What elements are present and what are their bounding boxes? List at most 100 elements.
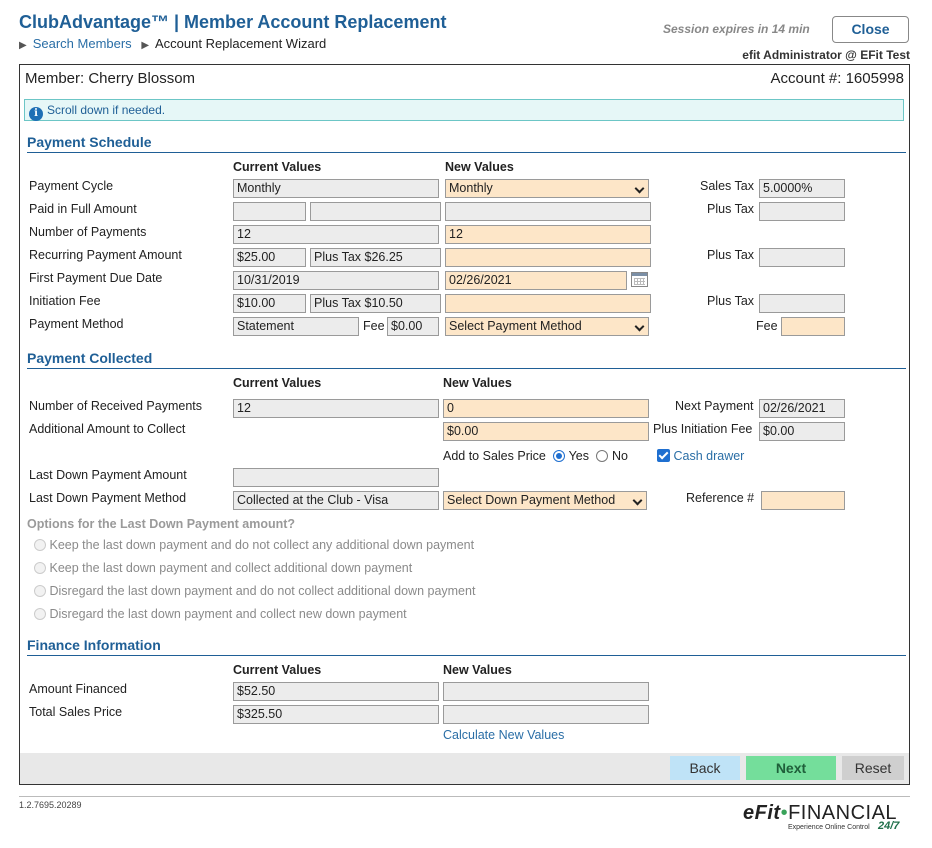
logo-tagline: Experience Online Control (788, 824, 870, 831)
breadcrumb: ▶ Search Members ▶ Account Replacement Wiz… (19, 36, 326, 51)
close-button[interactable]: Close (832, 16, 909, 43)
info-icon: i (29, 107, 43, 121)
received-payments-input[interactable]: 0 (443, 399, 649, 418)
logo-dot: • (780, 802, 789, 824)
reset-button[interactable]: Reset (842, 756, 904, 780)
down-payment-option[interactable]: Disregard the last down payment and do n… (34, 584, 475, 598)
section-title-payment-schedule: Payment Schedule (27, 134, 152, 150)
label-total-sales-price: Total Sales Price (29, 705, 123, 719)
current-paid-in-full-tax-field (310, 202, 441, 221)
label-next-payment: Next Payment (675, 399, 754, 413)
new-total-sales-field (443, 705, 649, 724)
label-last-down-method: Last Down Payment Method (29, 491, 187, 505)
current-payment-method-field: Statement (233, 317, 359, 336)
section-divider (27, 368, 906, 369)
section-title-payment-collected: Payment Collected (27, 350, 153, 366)
additional-amount-input[interactable]: $0.00 (443, 422, 649, 441)
first-due-date-input[interactable]: 02/26/2021 (445, 271, 627, 290)
label-last-down-amount: Last Down Payment Amount (29, 468, 187, 482)
label-plus-tax: Plus Tax (707, 294, 755, 308)
efit-financial-logo: eFit•FINANCIAL (743, 802, 897, 825)
current-paid-in-full-amount-field (233, 202, 306, 221)
options-title: Options for the Last Down Payment amount… (27, 517, 296, 531)
sales-tax-field: 5.0000% (759, 179, 845, 198)
cash-drawer-group[interactable]: Cash drawer (657, 449, 744, 463)
current-received-payments-field: 12 (233, 399, 439, 418)
initiation-plus-tax-field (759, 294, 845, 313)
back-button[interactable]: Back (670, 756, 740, 780)
current-last-down-method-field: Collected at the Club - Visa (233, 491, 439, 510)
info-text: Scroll down if needed. (47, 103, 166, 117)
breadcrumb-search-members-link[interactable]: Search Members (33, 36, 132, 51)
label-recurring-payment: Recurring Payment Amount (29, 248, 182, 262)
session-timer: Session expires in 14 min (663, 22, 810, 36)
version-text: 1.2.7695.20289 (19, 800, 82, 810)
recurring-payment-input[interactable] (445, 248, 651, 267)
current-fee-field: $0.00 (387, 317, 439, 336)
initiation-fee-input[interactable] (445, 294, 651, 313)
info-banner: i Scroll down if needed. (24, 99, 904, 121)
label-fee: Fee (756, 319, 778, 333)
label-sales-tax: Sales Tax (700, 179, 754, 193)
payment-method-select[interactable]: Select Payment Method (445, 317, 649, 336)
number-of-payments-input[interactable]: 12 (445, 225, 651, 244)
down-payment-method-select[interactable]: Select Down Payment Method (443, 491, 647, 510)
down-payment-option[interactable]: Keep the last down payment and collect a… (34, 561, 412, 575)
column-header-new: New Values (443, 376, 512, 390)
down-payment-option[interactable]: Disregard the last down payment and coll… (34, 607, 407, 621)
column-header-current: Current Values (233, 663, 322, 677)
calendar-icon[interactable] (631, 272, 648, 287)
new-amount-financed-field (443, 682, 649, 701)
radio-yes[interactable] (553, 450, 566, 462)
current-initiation-plus-tax-field: Plus Tax $10.50 (310, 294, 441, 313)
current-total-sales-field: $325.50 (233, 705, 439, 724)
radio-no-label: No (611, 449, 628, 463)
label-number-of-payments: Number of Payments (29, 225, 147, 239)
account-number: Account #: 1605998 (770, 70, 904, 87)
next-button[interactable]: Next (746, 756, 836, 780)
label-payment-method: Payment Method (29, 317, 124, 331)
option-radio[interactable] (34, 585, 46, 597)
label-amount-financed: Amount Financed (29, 682, 127, 696)
option-label: Disregard the last down payment and coll… (49, 607, 407, 621)
down-payment-option[interactable]: Keep the last down payment and do not co… (34, 538, 474, 552)
label-fee: Fee (363, 319, 385, 333)
chevron-right-icon: ▶ (141, 40, 150, 51)
current-initiation-fee-field: $10.00 (233, 294, 306, 313)
next-payment-field: 02/26/2021 (759, 399, 845, 418)
user-label: efit Administrator @ EFit Test (742, 48, 910, 62)
section-divider (27, 152, 906, 153)
option-radio[interactable] (34, 539, 46, 551)
chevron-right-icon: ▶ (19, 40, 27, 51)
column-header-new: New Values (443, 663, 512, 677)
option-radio[interactable] (34, 562, 46, 574)
calculate-new-values-link[interactable]: Calculate New Values (443, 728, 564, 742)
column-header-current: Current Values (233, 160, 322, 174)
current-last-down-amount-field (233, 468, 439, 487)
label-received-payments: Number of Received Payments (29, 399, 202, 413)
payment-method-fee-input[interactable] (781, 317, 845, 336)
radio-no[interactable] (596, 450, 609, 462)
label-first-payment-due: First Payment Due Date (29, 271, 163, 285)
label-add-to-sales-price: Add to Sales Price (443, 449, 546, 463)
cash-drawer-label[interactable]: Cash drawer (673, 449, 744, 463)
label-payment-cycle: Payment Cycle (29, 179, 114, 193)
reference-input[interactable] (761, 491, 845, 510)
new-paid-in-full-field (445, 202, 651, 221)
paid-in-full-plus-tax-field (759, 202, 845, 221)
app-title: ClubAdvantage™ | Member Account Replacem… (19, 12, 447, 32)
current-first-due-date-field: 10/31/2019 (233, 271, 439, 290)
option-radio[interactable] (34, 608, 46, 620)
member-name: Member: Cherry Blossom (25, 70, 196, 87)
add-to-sales-price-group: Add to Sales Price Yes No (443, 449, 628, 463)
payment-cycle-select[interactable]: Monthly (445, 179, 649, 198)
recurring-plus-tax-field (759, 248, 845, 267)
option-label: Disregard the last down payment and do n… (49, 584, 476, 598)
label-paid-in-full: Paid in Full Amount (29, 202, 137, 216)
label-initiation-fee: Initiation Fee (29, 294, 101, 308)
label-plus-tax: Plus Tax (707, 202, 755, 216)
cash-drawer-checkbox[interactable] (657, 449, 670, 462)
radio-yes-label: Yes (568, 449, 589, 463)
label-plus-initiation-fee: Plus Initiation Fee (653, 422, 753, 436)
footer-divider (19, 796, 910, 797)
